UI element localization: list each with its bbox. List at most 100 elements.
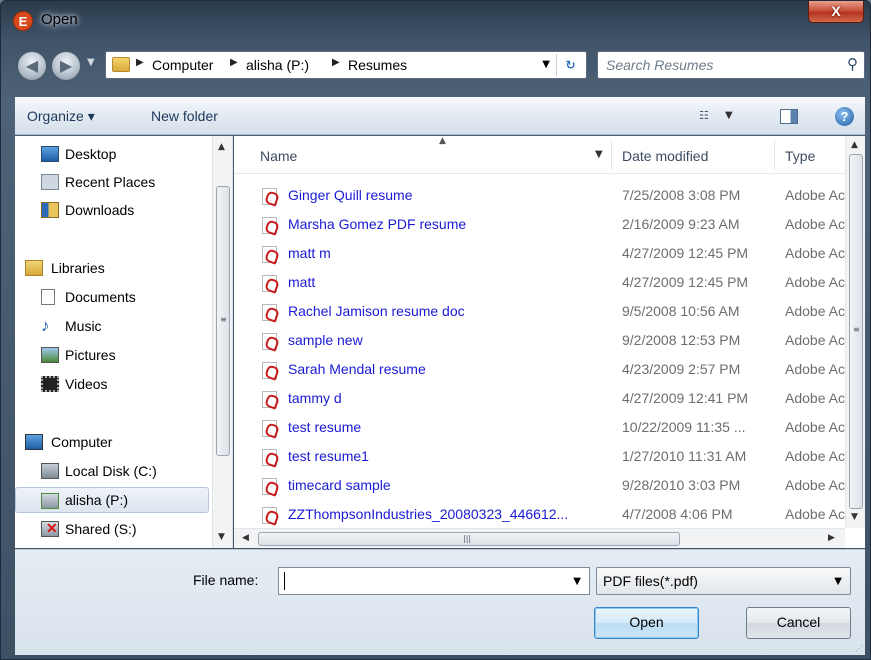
view-options-dropdown-icon[interactable]: ▼	[725, 110, 733, 121]
column-filter-dropdown-icon[interactable]: ▼	[595, 149, 603, 160]
navigation-bar: ◀ ▶ ▼ ▶ Computer ▶ alisha (P:) ▶ Resumes…	[15, 47, 865, 87]
refresh-icon[interactable]: ↻	[556, 54, 584, 76]
scroll-up-arrow-icon[interactable]: ▲	[218, 142, 225, 152]
file-date: 4/23/2009 2:57 PM	[622, 361, 741, 377]
file-date: 4/27/2009 12:45 PM	[622, 274, 749, 290]
file-list-horizontal-scroll-thumb[interactable]: |||	[258, 532, 680, 546]
nav-item-documents[interactable]: Documents	[15, 285, 209, 311]
nav-item-label: Videos	[65, 376, 108, 392]
breadcrumb-alisha-drive[interactable]: alisha (P:)	[246, 57, 309, 73]
file-row[interactable]: test resume 10/22/2009 11:35 ... Adobe A…	[258, 414, 851, 442]
nav-item-desktop[interactable]: Desktop	[15, 142, 209, 168]
folder-icon	[112, 57, 130, 72]
organize-button[interactable]: Organize ▾	[27, 108, 95, 125]
nav-item-recent-places[interactable]: Recent Places	[15, 170, 209, 196]
address-bar[interactable]: ▶ Computer ▶ alisha (P:) ▶ Resumes ▼ ↻	[105, 51, 587, 79]
scroll-right-arrow-icon[interactable]: ▶	[828, 533, 835, 543]
preview-pane-icon[interactable]	[780, 109, 798, 124]
back-button[interactable]: ◀	[17, 51, 47, 81]
scroll-left-arrow-icon[interactable]: ◀	[242, 533, 249, 543]
nav-item-computer[interactable]: Computer	[15, 430, 209, 456]
file-type: Adobe Acrobat Document	[785, 390, 851, 406]
file-type-dropdown-icon[interactable]: ▼	[834, 576, 842, 587]
file-name-input[interactable]: ▼	[278, 567, 590, 595]
file-list-horizontal-scrollbar[interactable]: ◀ ||| ▶	[234, 528, 845, 548]
file-row[interactable]: Ginger Quill resume 7/25/2008 3:08 PM Ad…	[258, 182, 851, 210]
nav-pane-scroll-thumb[interactable]: ≡	[216, 186, 230, 456]
nav-item-label: Computer	[51, 434, 113, 450]
nav-item-alisha-drive[interactable]: alisha (P:)	[15, 487, 209, 513]
pdf-file-icon	[262, 362, 277, 379]
pdf-file-icon	[262, 188, 277, 205]
change-view-icon[interactable]: ☷	[699, 109, 715, 123]
column-header-name[interactable]: Name	[260, 148, 297, 164]
file-list-vertical-scrollbar[interactable]: ▲ ≡ ▼	[845, 136, 865, 528]
pdf-file-icon	[262, 246, 277, 263]
file-row[interactable]: sample new 9/2/2008 12:53 PM Adobe Acrob…	[258, 327, 851, 355]
nav-item-music[interactable]: ♪ Music	[15, 314, 209, 340]
file-type: Adobe Acrobat Document	[785, 303, 851, 319]
forward-button[interactable]: ▶	[51, 51, 81, 81]
text-caret	[284, 572, 285, 590]
nav-item-shared-drive[interactable]: ✕ Shared (S:)	[15, 517, 209, 543]
column-header-type[interactable]: Type	[785, 148, 815, 164]
address-dropdown-icon[interactable]: ▼	[542, 59, 550, 70]
file-row[interactable]: Marsha Gomez PDF resume 2/16/2009 9:23 A…	[258, 211, 851, 239]
file-name-dropdown-icon[interactable]: ▼	[573, 576, 581, 587]
column-divider[interactable]	[611, 140, 612, 170]
nav-item-label: Music	[65, 318, 102, 334]
file-row[interactable]: ZZThompsonIndustries_20080323_446612... …	[258, 501, 851, 529]
file-type: Adobe Acrobat Document	[785, 332, 851, 348]
recent-locations-dropdown-icon[interactable]: ▼	[87, 57, 95, 68]
file-row[interactable]: Sarah Mendal resume 4/23/2009 2:57 PM Ad…	[258, 356, 851, 384]
file-name: test resume1	[288, 448, 369, 464]
file-date: 7/25/2008 3:08 PM	[622, 187, 741, 203]
documents-icon	[41, 289, 55, 305]
file-row[interactable]: timecard sample 9/28/2010 3:03 PM Adobe …	[258, 472, 851, 500]
file-row[interactable]: Rachel Jamison resume doc 9/5/2008 10:56…	[258, 298, 851, 326]
scroll-down-arrow-icon[interactable]: ▼	[851, 512, 858, 522]
open-button[interactable]: Open	[594, 607, 699, 639]
pictures-icon	[41, 347, 59, 363]
libraries-icon	[25, 260, 43, 276]
breadcrumb-computer[interactable]: Computer	[152, 57, 213, 73]
nav-item-videos[interactable]: Videos	[15, 372, 209, 398]
column-header-row: ▲ Name ▼ Date modified Type	[234, 136, 845, 174]
file-row[interactable]: tammy d 4/27/2009 12:41 PM Adobe Acrobat…	[258, 385, 851, 413]
nav-item-label: Desktop	[65, 146, 117, 162]
pdf-file-icon	[262, 507, 277, 524]
file-row[interactable]: matt m 4/27/2009 12:45 PM Adobe Acrobat …	[258, 240, 851, 268]
file-row[interactable]: test resume1 1/27/2010 11:31 AM Adobe Ac…	[258, 443, 851, 471]
title-bar[interactable]: E Open X	[1, 1, 870, 41]
pdf-file-icon	[262, 391, 277, 408]
help-icon[interactable]: ?	[835, 107, 854, 126]
file-type-filter-select[interactable]: PDF files(*.pdf) ▼	[596, 567, 851, 595]
nav-pane-scrollbar[interactable]: ▲ ≡ ▼	[212, 136, 232, 548]
close-button[interactable]: X	[808, 1, 864, 23]
new-folder-button[interactable]: New folder	[151, 108, 218, 124]
local-disk-icon	[41, 463, 59, 479]
nav-item-local-disk[interactable]: Local Disk (C:)	[15, 459, 209, 485]
nav-item-libraries[interactable]: Libraries	[15, 256, 209, 282]
sort-ascending-icon: ▲	[439, 136, 446, 146]
nav-item-downloads[interactable]: Downloads	[15, 198, 209, 224]
file-name: ZZThompsonIndustries_20080323_446612...	[288, 506, 569, 522]
nav-item-label: Documents	[65, 289, 136, 305]
breadcrumb-separator-icon[interactable]: ▶	[230, 57, 238, 68]
scroll-up-arrow-icon[interactable]: ▲	[851, 140, 858, 150]
file-date: 4/7/2008 4:06 PM	[622, 506, 733, 522]
breadcrumb-separator-icon[interactable]: ▶	[332, 57, 340, 68]
file-row[interactable]: matt 4/27/2009 12:45 PM Adobe Acrobat Do…	[258, 269, 851, 297]
resize-grip-icon[interactable]: ⋰	[855, 644, 863, 653]
nav-item-pictures[interactable]: Pictures	[15, 343, 209, 369]
search-input[interactable]: Search Resumes ⚲	[597, 51, 865, 79]
breadcrumb-separator-icon[interactable]: ▶	[136, 57, 144, 68]
file-list-vertical-scroll-thumb[interactable]: ≡	[849, 154, 863, 509]
search-icon[interactable]: ⚲	[847, 55, 858, 73]
file-type: Adobe Acrobat Document	[785, 361, 851, 377]
cancel-button[interactable]: Cancel	[746, 607, 851, 639]
breadcrumb-resumes[interactable]: Resumes	[348, 57, 407, 73]
column-divider[interactable]	[774, 140, 775, 170]
scroll-down-arrow-icon[interactable]: ▼	[218, 532, 225, 542]
column-header-date-modified[interactable]: Date modified	[622, 148, 708, 164]
